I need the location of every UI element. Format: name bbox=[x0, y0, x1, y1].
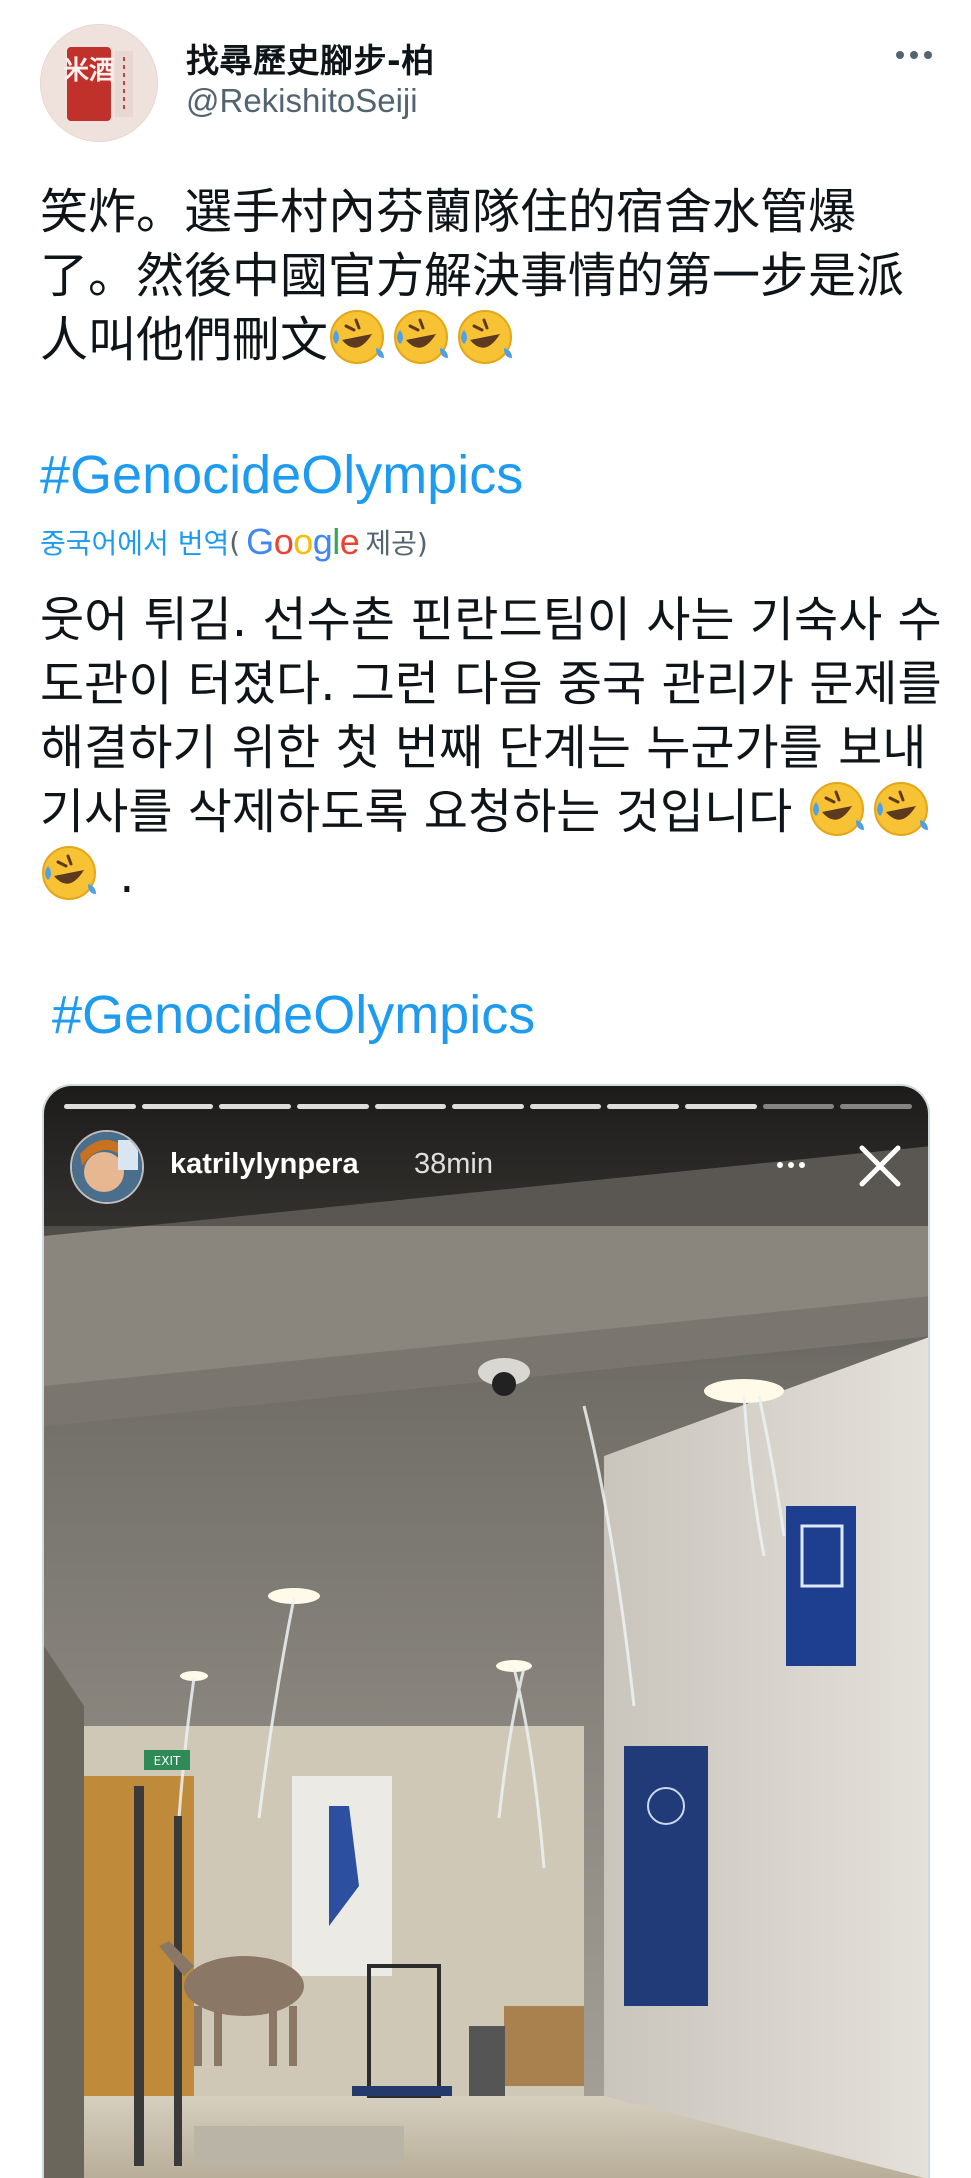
translation-open-paren: ( bbox=[229, 525, 241, 559]
translation-attribution: 중국어에서 번역 ( Google 제공) bbox=[40, 521, 428, 562]
translated-trailing-period: . bbox=[119, 848, 135, 904]
translation-provider-suffix: 제공) bbox=[365, 527, 428, 560]
story-username: katrilylynpera bbox=[170, 1148, 359, 1180]
translated-text: 웃어 튀김. 선수촌 핀란드팀이 사는 기숙사 수도관이 터졌다. 그런 다음 … bbox=[40, 588, 950, 908]
rofl-emoji-icon bbox=[328, 308, 386, 366]
hallway-photo: EXIT bbox=[44, 1086, 928, 2178]
author-display-name[interactable]: 找尋歷史腳步-柏 bbox=[186, 34, 435, 82]
translation-label-link[interactable]: 중국어에서 번역 bbox=[40, 522, 229, 562]
tweet-header: 米酒 找尋歷史腳步-柏 @RekishitoSeiji bbox=[0, 0, 971, 160]
more-dot-icon bbox=[910, 51, 918, 59]
story-user-avatar bbox=[70, 1130, 144, 1204]
exit-sign-text: EXIT bbox=[154, 1754, 181, 1768]
avatar-seal-icon: 米酒 bbox=[41, 25, 157, 141]
author-avatar[interactable]: 米酒 bbox=[40, 24, 158, 142]
svg-text:米酒: 米酒 bbox=[63, 56, 115, 86]
story-close-icon bbox=[852, 1138, 908, 1194]
rofl-emoji-icon bbox=[456, 308, 514, 366]
tweet-media-image[interactable]: EXIT katrilylynpera 38min bbox=[42, 1084, 930, 2178]
rofl-emoji-icon bbox=[808, 780, 866, 838]
story-timestamp: 38min bbox=[414, 1148, 493, 1180]
google-logo: Google bbox=[246, 521, 360, 562]
story-progress-bar bbox=[64, 1104, 913, 1109]
rofl-emoji-icon bbox=[872, 780, 930, 838]
tweet-text: 笑炸。選手村內芬蘭隊住的宿舍水管爆了。然後中國官方解決事情的第一步是派人叫他們刪… bbox=[40, 180, 940, 372]
more-options-button[interactable] bbox=[884, 30, 944, 80]
translated-body: 웃어 튀김. 선수촌 핀란드팀이 사는 기숙사 수도관이 터졌다. 그런 다음 … bbox=[40, 592, 942, 840]
hashtag-link[interactable]: #GenocideOlympics bbox=[40, 444, 523, 506]
translated-hashtag-link[interactable]: #GenocideOlympics bbox=[52, 984, 535, 1046]
author-handle[interactable]: @RekishitoSeiji bbox=[186, 82, 418, 120]
story-more-icon bbox=[766, 1150, 816, 1180]
more-dot-icon bbox=[896, 51, 904, 59]
rofl-emoji-icon bbox=[392, 308, 450, 366]
rofl-emoji-icon bbox=[40, 844, 98, 902]
tweet-page: 米酒 找尋歷史腳步-柏 @RekishitoSeiji 笑炸。選手村內芬蘭隊住的… bbox=[0, 0, 971, 2178]
more-dot-icon bbox=[924, 51, 932, 59]
